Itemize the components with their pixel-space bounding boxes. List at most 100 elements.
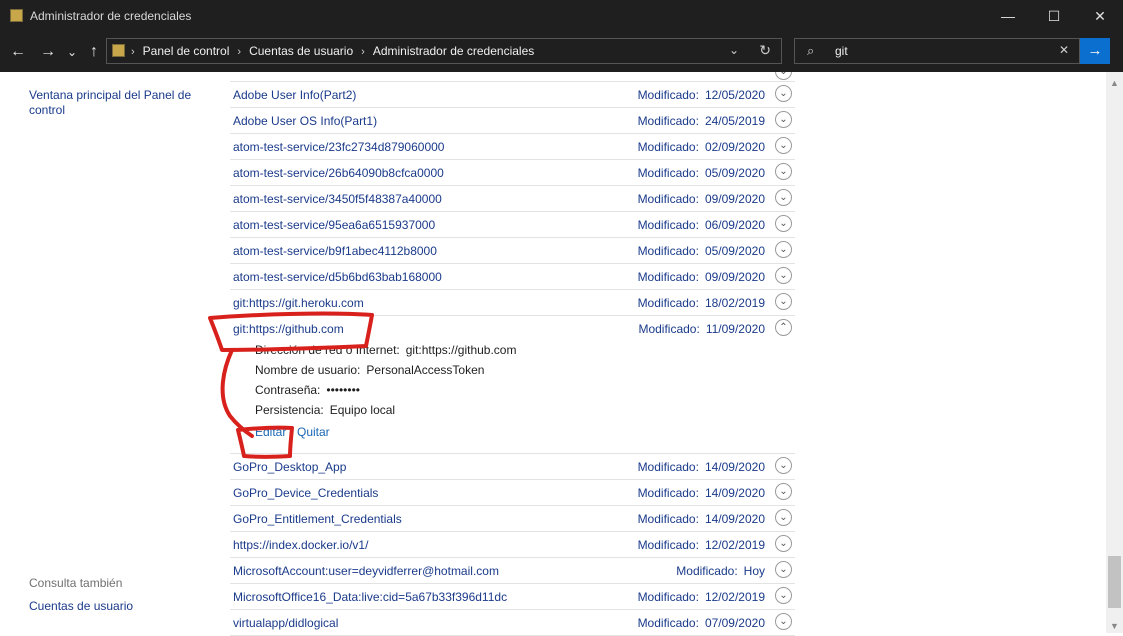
list-item[interactable]: GoPro_Entitlement_Credentials Modificado… — [230, 506, 795, 532]
credential-name[interactable]: MicrosoftOffice16_Data:live:cid=5a67b33f… — [233, 590, 507, 604]
list-item-expanded[interactable]: git:https://github.com Modificado: 11/09/… — [230, 316, 795, 341]
breadcrumb: › Panel de control › Cuentas de usuario › Adm… — [131, 44, 534, 58]
minimize-button[interactable]: — — [985, 0, 1031, 32]
list-item[interactable]: ⌄ — [230, 72, 795, 82]
credential-name[interactable]: atom-test-service/3450f5f48387a40000 — [233, 192, 442, 206]
breadcrumb-credential-manager[interactable]: Administrador de credenciales — [373, 44, 534, 58]
refresh-icon[interactable]: ↻ — [759, 42, 771, 59]
list-item[interactable]: atom-test-service/95ea6a6515937000 Modif… — [230, 212, 795, 238]
scroll-up-icon[interactable]: ▲ — [1110, 78, 1119, 88]
search-go-button[interactable]: → — [1080, 38, 1110, 64]
close-button[interactable]: ✕ — [1077, 0, 1123, 32]
chevron-up-icon[interactable]: ⌃ — [775, 319, 792, 336]
vertical-scrollbar[interactable]: ▲ ▼ — [1106, 72, 1123, 633]
chevron-down-icon[interactable]: ⌄ — [775, 535, 792, 552]
chevron-down-icon[interactable]: ⌄ — [729, 43, 739, 57]
modified-date: Modificado: 14/09/2020 — [637, 486, 765, 500]
chevron-down-icon[interactable]: ⌄ — [775, 561, 792, 578]
modified-date: Modificado: 12/02/2019 — [637, 538, 765, 552]
chevron-down-icon[interactable]: ⌄ — [775, 137, 792, 154]
list-item[interactable]: git:https://git.heroku.com Modificado: 18… — [230, 290, 795, 316]
search-input[interactable]: git — [835, 44, 848, 58]
chevron-down-icon[interactable]: ⌄ — [775, 457, 792, 474]
chevron-down-icon[interactable]: ⌄ — [775, 483, 792, 500]
breadcrumb-control-panel[interactable]: Panel de control — [143, 44, 230, 58]
edit-link[interactable]: Editar — [255, 425, 286, 439]
list-item[interactable]: GoPro_Device_Credentials Modificado: 14/0… — [230, 480, 795, 506]
list-item[interactable]: atom-test-service/b9f1abec4112b8000 Modi… — [230, 238, 795, 264]
credential-name[interactable]: GoPro_Device_Credentials — [233, 486, 378, 500]
control-panel-home-link[interactable]: Ventana principal del Panel de control — [29, 88, 204, 118]
chevron-down-icon[interactable]: ⌄ — [775, 613, 792, 630]
address-bar[interactable]: › Panel de control › Cuentas de usuario › Adm… — [106, 38, 782, 64]
list-item[interactable]: Adobe User Info(Part2) Modificado: 12/05/… — [230, 82, 795, 108]
chevron-down-icon[interactable]: ⌄ — [775, 163, 792, 180]
window-title: Administrador de credenciales — [30, 9, 192, 23]
clear-search-icon[interactable]: ✕ — [1059, 43, 1069, 57]
list-item[interactable]: GoPro_Desktop_App Modificado: 14/09/2020 … — [230, 454, 795, 480]
list-item[interactable]: https://index.docker.io/v1/ Modificado: 1… — [230, 532, 795, 558]
chevron-down-icon[interactable]: ⌄ — [775, 72, 792, 80]
chevron-down-icon[interactable]: ⌄ — [775, 215, 792, 232]
credential-name[interactable]: Adobe User Info(Part2) — [233, 88, 356, 102]
credential-name[interactable]: GoPro_Entitlement_Credentials — [233, 512, 402, 526]
list-item[interactable]: Adobe User OS Info(Part1) Modificado: 24/… — [230, 108, 795, 134]
list-item[interactable]: atom-test-service/3450f5f48387a40000 Mod… — [230, 186, 795, 212]
breadcrumb-user-accounts[interactable]: Cuentas de usuario — [249, 44, 353, 58]
up-button[interactable]: ↑ — [82, 40, 106, 64]
password-line: Contraseña: •••••••• — [255, 383, 360, 397]
chevron-down-icon[interactable]: ⌄ — [775, 189, 792, 206]
credential-name[interactable]: atom-test-service/95ea6a6515937000 — [233, 218, 435, 232]
modified-date: Modificado: 12/02/2019 — [637, 590, 765, 604]
chevron-down-icon[interactable]: ⌄ — [775, 587, 792, 604]
chevron-right-icon[interactable]: › — [131, 46, 135, 58]
modified-date: Modificado: 14/09/2020 — [637, 460, 765, 474]
user-accounts-link[interactable]: Cuentas de usuario — [29, 599, 133, 613]
credential-name[interactable]: MicrosoftAccount:user=deyvidferrer@hotma… — [233, 564, 499, 578]
list-item[interactable]: MicrosoftAccount:user=deyvidferrer@hotma… — [230, 558, 795, 584]
maximize-button[interactable]: ☐ — [1031, 0, 1077, 32]
scroll-thumb[interactable] — [1108, 556, 1121, 608]
navigation-bar: ← → ⌄ ↑ › Panel de control › Cuentas de usu… — [0, 32, 1123, 72]
list-item[interactable]: atom-test-service/d5b6bd63bab168000 Modi… — [230, 264, 795, 290]
list-item[interactable]: atom-test-service/23fc2734d879060000 Mod… — [230, 134, 795, 160]
recent-locations-button[interactable]: ⌄ — [60, 40, 84, 64]
forward-button[interactable]: → — [36, 40, 60, 64]
chevron-down-icon[interactable]: ⌄ — [775, 111, 792, 128]
credential-name[interactable]: atom-test-service/26b64090b8cfca0000 — [233, 166, 444, 180]
modified-date: Modificado: 18/02/2019 — [637, 296, 765, 310]
credential-name[interactable]: GoPro_Desktop_App — [233, 460, 346, 474]
title-bar: Administrador de credenciales — ☐ ✕ — [0, 0, 1123, 32]
list-item[interactable]: MicrosoftOffice16_Data:live:cid=5a67b33f… — [230, 584, 795, 610]
modified-date: Modificado: Hoy — [676, 564, 765, 578]
chevron-right-icon[interactable]: › — [237, 46, 241, 58]
chevron-down-icon[interactable]: ⌄ — [775, 241, 792, 258]
scroll-down-icon[interactable]: ▼ — [1110, 621, 1119, 631]
credential-name[interactable]: virtualapp/didlogical — [233, 616, 338, 630]
network-address-line: Dirección de red o Internet: git:https://… — [255, 343, 517, 357]
credential-name[interactable]: git:https://git.heroku.com — [233, 296, 364, 310]
chevron-right-icon[interactable]: › — [361, 46, 365, 58]
modified-date: Modificado: 09/09/2020 — [637, 192, 765, 206]
search-box[interactable]: ⌕ git ✕ — [794, 38, 1080, 64]
chevron-down-icon[interactable]: ⌄ — [775, 509, 792, 526]
credential-manager-icon — [10, 9, 23, 22]
chevron-down-icon[interactable]: ⌄ — [775, 85, 792, 102]
back-button[interactable]: ← — [6, 40, 30, 64]
credential-name[interactable]: git:https://github.com — [233, 322, 344, 336]
persistence-line: Persistencia: Equipo local — [255, 403, 396, 417]
list-item[interactable]: atom-test-service/26b64090b8cfca0000 Mod… — [230, 160, 795, 186]
control-panel-icon — [112, 44, 125, 57]
credential-name[interactable]: atom-test-service/b9f1abec4112b8000 — [233, 244, 437, 258]
list-item[interactable]: virtualapp/didlogical Modificado: 07/09/2… — [230, 610, 795, 636]
modified-date: Modificado: 06/09/2020 — [637, 218, 765, 232]
chevron-down-icon[interactable]: ⌄ — [775, 267, 792, 284]
credential-name[interactable]: atom-test-service/23fc2734d879060000 — [233, 140, 444, 154]
modified-date: Modificado: 12/05/2020 — [637, 88, 765, 102]
credential-name[interactable]: atom-test-service/d5b6bd63bab168000 — [233, 270, 442, 284]
modified-date: Modificado: 02/09/2020 — [637, 140, 765, 154]
credential-name[interactable]: Adobe User OS Info(Part1) — [233, 114, 377, 128]
remove-link[interactable]: Quitar — [297, 425, 330, 439]
credential-name[interactable]: https://index.docker.io/v1/ — [233, 538, 368, 552]
chevron-down-icon[interactable]: ⌄ — [775, 293, 792, 310]
